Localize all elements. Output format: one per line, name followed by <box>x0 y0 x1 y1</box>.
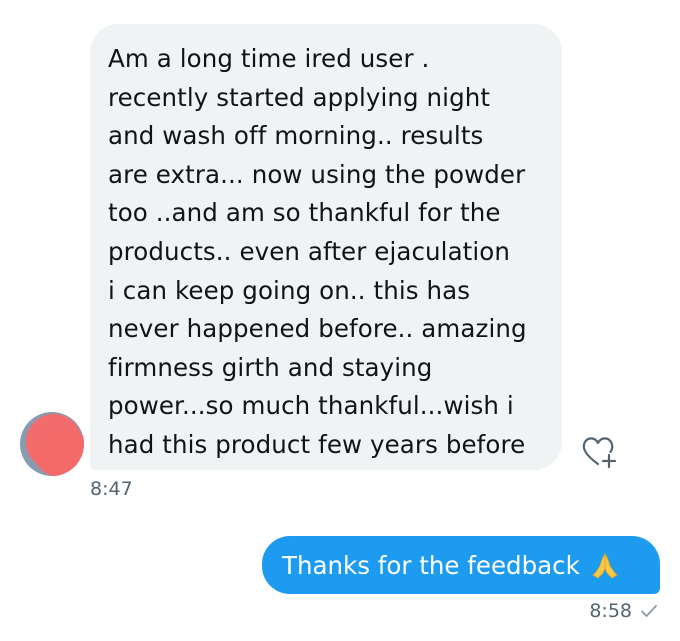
message-line: too ..and am so thankful for the <box>108 198 501 228</box>
outgoing-timestamp: 8:58 <box>589 600 632 622</box>
incoming-message-text: Am a long time ired user . recently start… <box>108 40 544 465</box>
message-line: i can keep going on.. this has <box>108 275 471 305</box>
sent-check-icon <box>641 605 657 617</box>
avatar-redaction-overlay <box>34 430 84 476</box>
outgoing-status: 8:58 <box>589 600 658 622</box>
sender-avatar[interactable] <box>20 412 84 476</box>
message-line: never happened before.. amazing <box>108 314 527 344</box>
outgoing-message-bubble[interactable]: Thanks for the feedback <box>262 536 660 594</box>
dm-conversation: Am a long time ired user . recently start… <box>0 0 680 641</box>
message-line: firmness girth and staying <box>108 352 433 382</box>
message-line: are extra... now using the powder <box>108 159 526 189</box>
folded-hands-icon <box>592 552 618 579</box>
message-line: products.. even after ejaculation <box>108 236 511 266</box>
incoming-timestamp: 8:47 <box>90 478 133 500</box>
message-line: recently started applying night <box>108 82 491 112</box>
message-line: had this product few years before <box>108 429 526 459</box>
incoming-message-bubble[interactable]: Am a long time ired user . recently start… <box>90 24 562 470</box>
outgoing-message-text: Thanks for the feedback <box>282 550 580 580</box>
message-line: power...so much thankful...wish i <box>108 391 514 421</box>
message-line: Am a long time ired user . <box>108 44 430 73</box>
heart-plus-icon[interactable] <box>578 433 618 469</box>
message-line: and wash off morning.. results <box>108 121 484 151</box>
